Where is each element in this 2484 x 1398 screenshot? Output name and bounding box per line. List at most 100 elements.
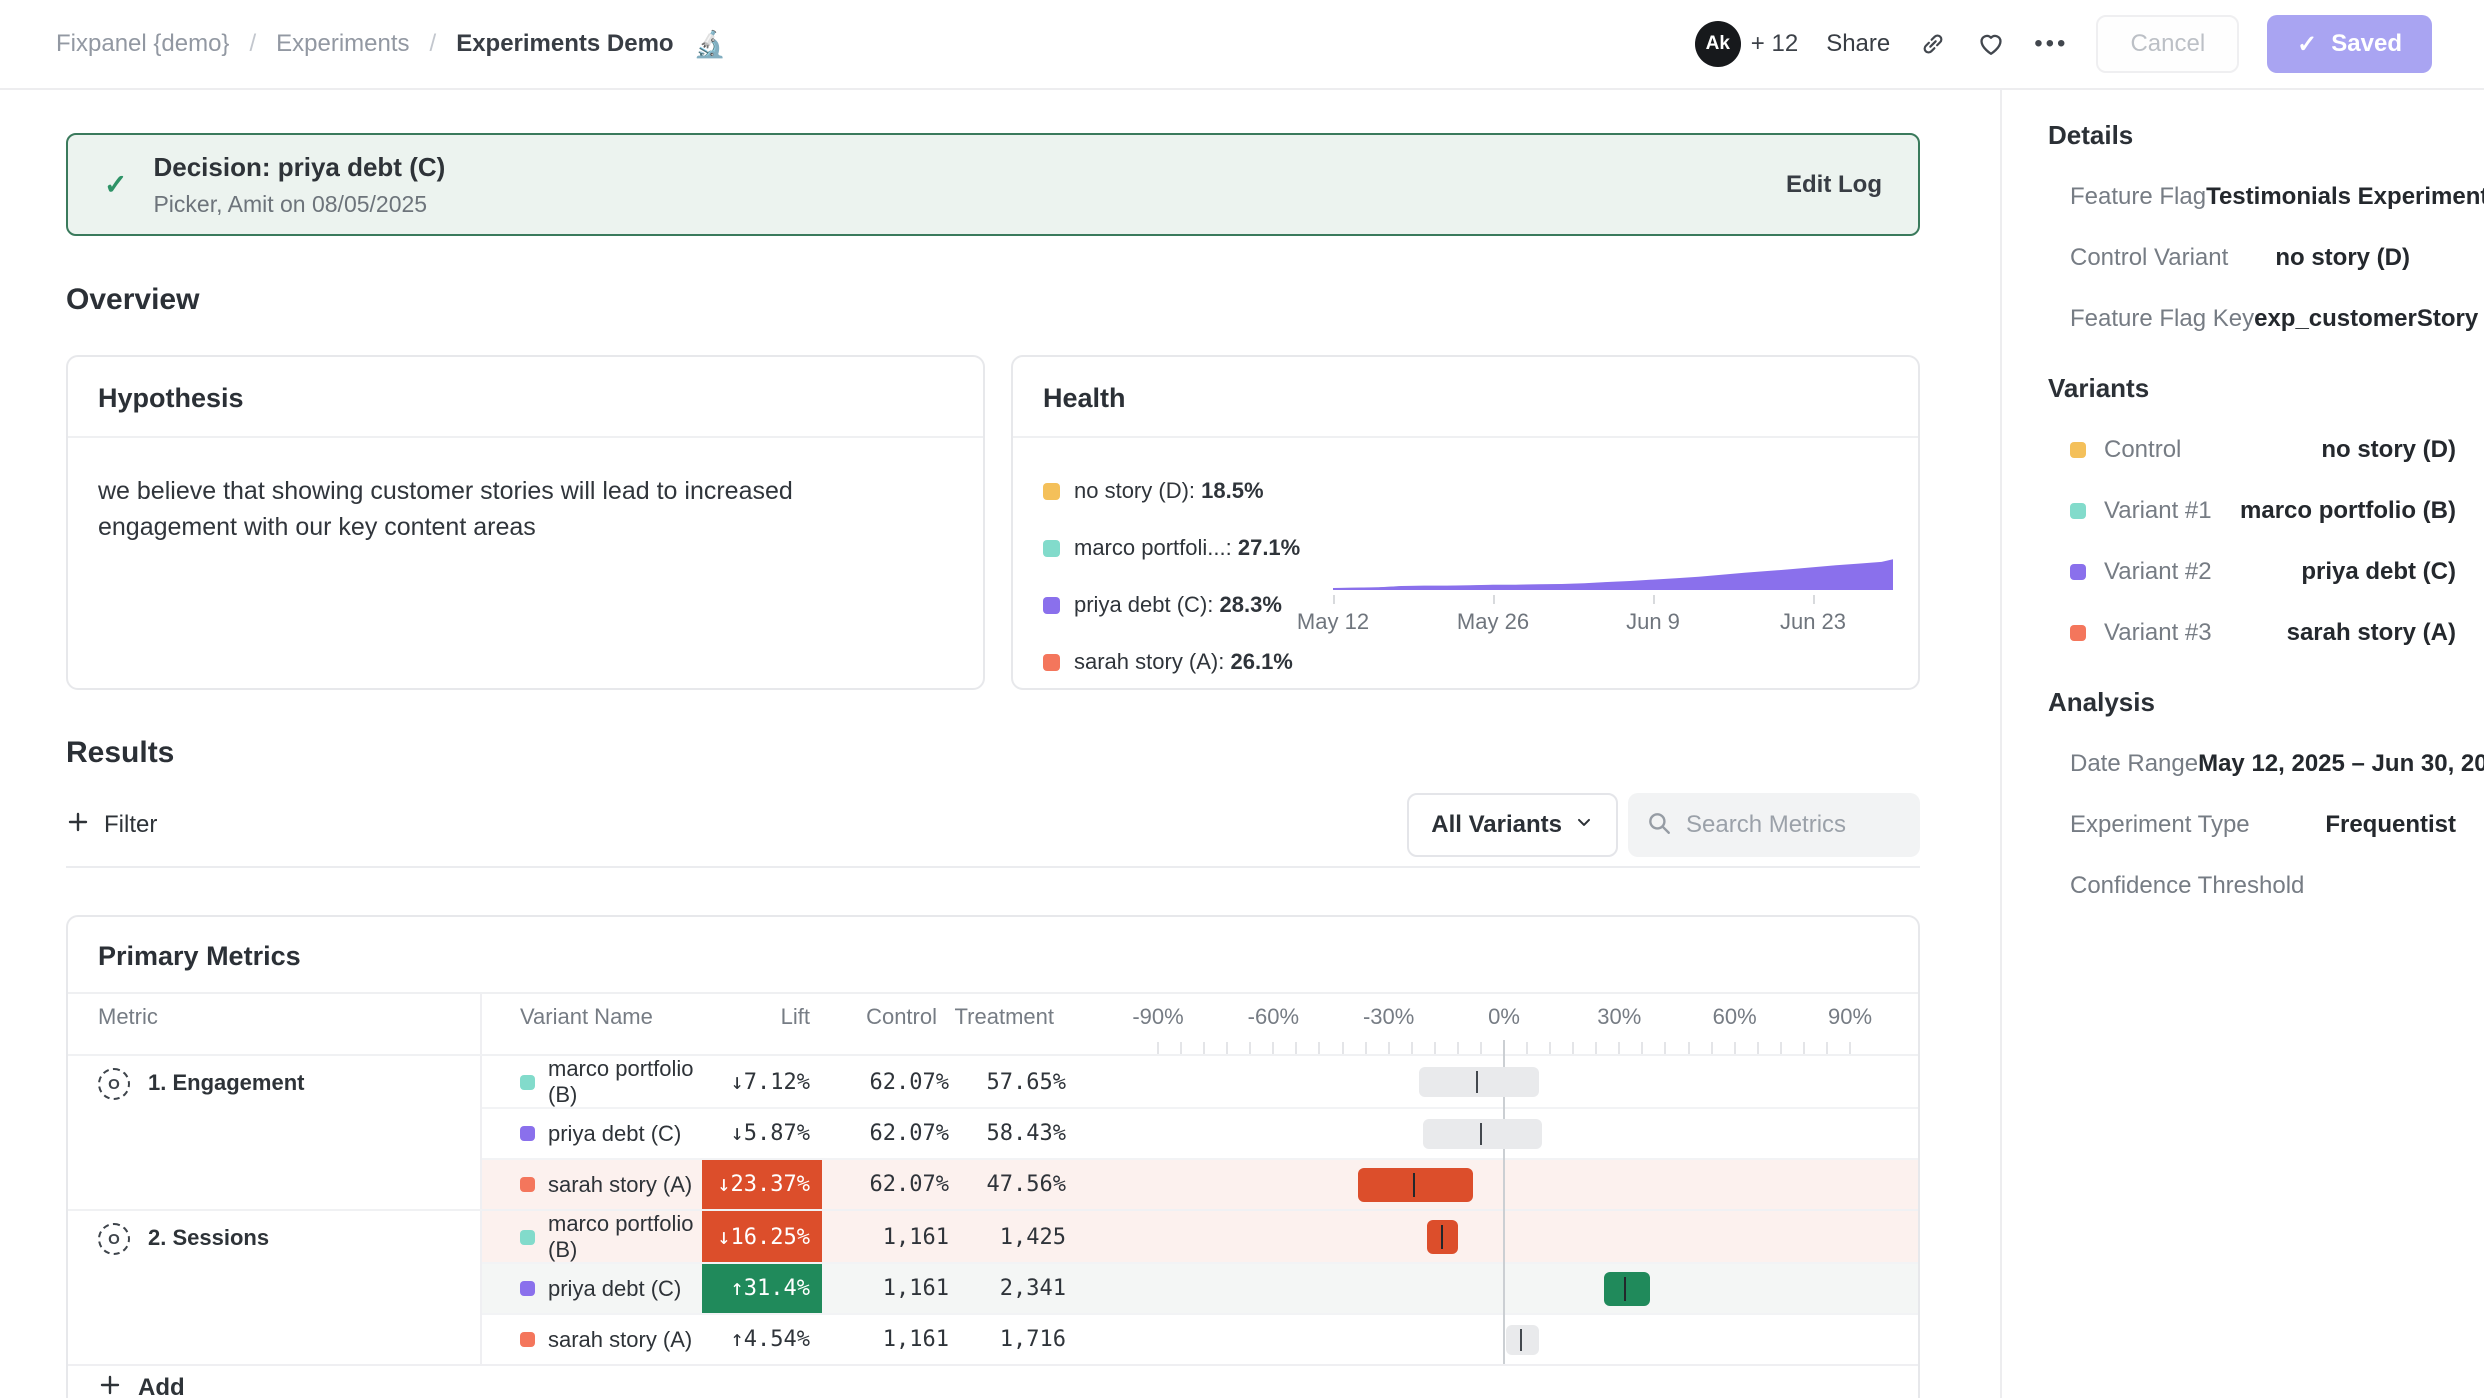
ci-axis-label: 90% — [1828, 1004, 1872, 1030]
breadcrumb-experiments[interactable]: Experiments — [276, 30, 409, 58]
confidence-interval-bar — [1506, 1325, 1539, 1355]
legend-value: 28.3% — [1220, 592, 1282, 617]
treatment-cell: 1,425 — [949, 1211, 1066, 1263]
variant-name-cell: marco portfolio (B) — [482, 1056, 702, 1108]
search-metrics-box[interactable] — [1628, 793, 1920, 857]
edit-log-button[interactable]: Edit Log — [1786, 171, 1882, 199]
ci-mean-tick — [1476, 1071, 1478, 1093]
ci-axis-label: 60% — [1713, 1004, 1757, 1030]
ci-minor-tick — [1595, 1042, 1597, 1054]
ci-mean-tick — [1520, 1329, 1522, 1351]
analysis-label: Experiment Type — [2070, 811, 2250, 839]
favorite-heart-icon[interactable] — [1976, 29, 2006, 59]
variant-label: Variant #3 — [2104, 619, 2212, 647]
table-row: marco portfolio (B)↓7.12%62.07%57.65% — [482, 1056, 1918, 1107]
metric-name: 1. Engagement — [148, 1070, 304, 1096]
ci-minor-tick — [1272, 1042, 1274, 1054]
avatar[interactable]: Ak — [1695, 21, 1741, 67]
table-row: marco portfolio (B)↓16.25%1,1611,425 — [482, 1211, 1918, 1262]
results-heading: Results — [66, 735, 1920, 771]
legend-label: no story (D): 18.5% — [1074, 478, 1264, 504]
copy-link-icon[interactable] — [1918, 29, 1948, 59]
breadcrumb-project[interactable]: Fixpanel {demo} — [56, 30, 229, 58]
ci-minor-tick — [1641, 1042, 1643, 1054]
variant-row: Variant #2priya debt (C) — [2070, 558, 2456, 586]
ci-mean-tick — [1624, 1277, 1626, 1301]
metric-cell: O1. Engagement — [68, 1056, 482, 1209]
primary-metrics-card: Primary Metrics Metric Variant Name Lift… — [66, 915, 1920, 1398]
collaborators[interactable]: Ak + 12 — [1695, 21, 1798, 67]
analysis-row: Confidence Threshold — [2070, 872, 2456, 900]
variant-name: priya debt (C) — [548, 1121, 681, 1147]
lift-cell: ↓5.87% — [702, 1109, 822, 1158]
variant-color-dot — [2070, 442, 2086, 458]
variant-name-cell: priya debt (C) — [482, 1109, 702, 1158]
results-divider — [66, 866, 1920, 868]
main-content: ✓ Decision: priya debt (C) Picker, Amit … — [0, 90, 2000, 1398]
detail-value[interactable]: Testimonials Experiment — [2206, 183, 2484, 211]
lift-cell: ↓23.37% — [702, 1160, 822, 1209]
treatment-cell: 1,716 — [949, 1315, 1066, 1364]
treatment-cell: 57.65% — [949, 1056, 1066, 1108]
variant-color-dot — [520, 1281, 535, 1296]
chevron-down-icon — [1574, 811, 1594, 839]
ci-axis-label: -60% — [1248, 1004, 1299, 1030]
treatment-cell: 2,341 — [949, 1264, 1066, 1313]
confidence-interval-cell — [1066, 1211, 1918, 1263]
hypothesis-card: Hypothesis we believe that showing custo… — [66, 355, 985, 690]
variant-name: priya debt (C) — [548, 1276, 681, 1302]
ci-minor-tick — [1203, 1042, 1205, 1054]
cancel-button[interactable]: Cancel — [2096, 15, 2239, 73]
add-metric-button[interactable]: Add — [68, 1364, 1918, 1398]
ci-minor-tick — [1318, 1042, 1320, 1054]
legend-value: 18.5% — [1201, 478, 1263, 503]
table-row: sarah story (A)↑4.54%1,1611,716 — [482, 1313, 1918, 1364]
hypothesis-title: Hypothesis — [68, 357, 983, 438]
ci-minor-tick — [1295, 1042, 1297, 1054]
decision-title: Decision: priya debt (C) — [153, 152, 1786, 183]
results-toolbar: Filter All Variants — [66, 793, 1920, 857]
share-button[interactable]: Share — [1826, 30, 1890, 58]
all-variants-dropdown[interactable]: All Variants — [1407, 793, 1618, 857]
metric-block: O2. Sessionsmarco portfolio (B)↓16.25%1,… — [68, 1209, 1918, 1364]
variant-value: no story (D) — [2181, 436, 2456, 464]
control-cell: 62.07% — [822, 1056, 949, 1108]
ci-mean-tick — [1480, 1123, 1482, 1145]
variant-label: Control — [2104, 436, 2181, 464]
ci-axis-label: 30% — [1597, 1004, 1641, 1030]
lift-cell: ↑31.4% — [702, 1264, 822, 1313]
copy-icon[interactable] — [2478, 306, 2484, 332]
more-options-icon[interactable]: ••• — [2034, 30, 2068, 58]
variant-label: Variant #1 — [2104, 497, 2212, 525]
legend-label: marco portfoli...: 27.1% — [1074, 535, 1300, 561]
analysis-row: Experiment TypeFrequentist — [2070, 811, 2456, 839]
sidebar-section-analysis: Analysis Date RangeMay 12, 2025 – Jun 30… — [2048, 687, 2456, 900]
ci-axis-ticks — [1066, 1040, 1918, 1054]
breadcrumb-separator: / — [249, 30, 256, 58]
table-row: sarah story (A)↓23.37%62.07%47.56% — [482, 1158, 1918, 1209]
variant-value: priya debt (C) — [2212, 558, 2456, 586]
collaborator-count[interactable]: + 12 — [1751, 30, 1798, 58]
ci-axis-labels: -90%-60%-30%0%30%60%90% — [1066, 994, 1918, 1040]
legend-label: sarah story (A): 26.1% — [1074, 649, 1293, 675]
saved-button[interactable]: ✓ Saved — [2267, 15, 2432, 73]
add-filter-button[interactable]: Filter — [66, 810, 157, 841]
column-header-lift: Lift — [702, 1004, 822, 1030]
ci-minor-tick — [1849, 1042, 1851, 1054]
search-metrics-input[interactable] — [1686, 811, 1902, 839]
detail-value: no story (D) — [2228, 244, 2410, 272]
x-axis-label: May 26 — [1457, 609, 1529, 635]
app-window: Fixpanel {demo} / Experiments / Experime… — [0, 0, 2484, 1398]
variant-color-dot — [520, 1177, 535, 1192]
ci-axis-label: 0% — [1488, 1004, 1520, 1030]
legend-swatch — [1043, 483, 1060, 500]
x-axis-tick — [1333, 595, 1335, 604]
table-row: priya debt (C)↓5.87%62.07%58.43% — [482, 1107, 1918, 1158]
variant-value: sarah story (A) — [2212, 619, 2456, 647]
top-bar-actions: Ak + 12 Share ••• Cancel ✓ Saved — [1695, 15, 2432, 73]
legend-swatch — [1043, 540, 1060, 557]
ci-minor-tick — [1826, 1042, 1828, 1054]
control-cell: 1,161 — [822, 1315, 949, 1364]
ci-mean-tick — [1441, 1225, 1443, 1249]
x-axis-label: May 12 — [1297, 609, 1369, 635]
